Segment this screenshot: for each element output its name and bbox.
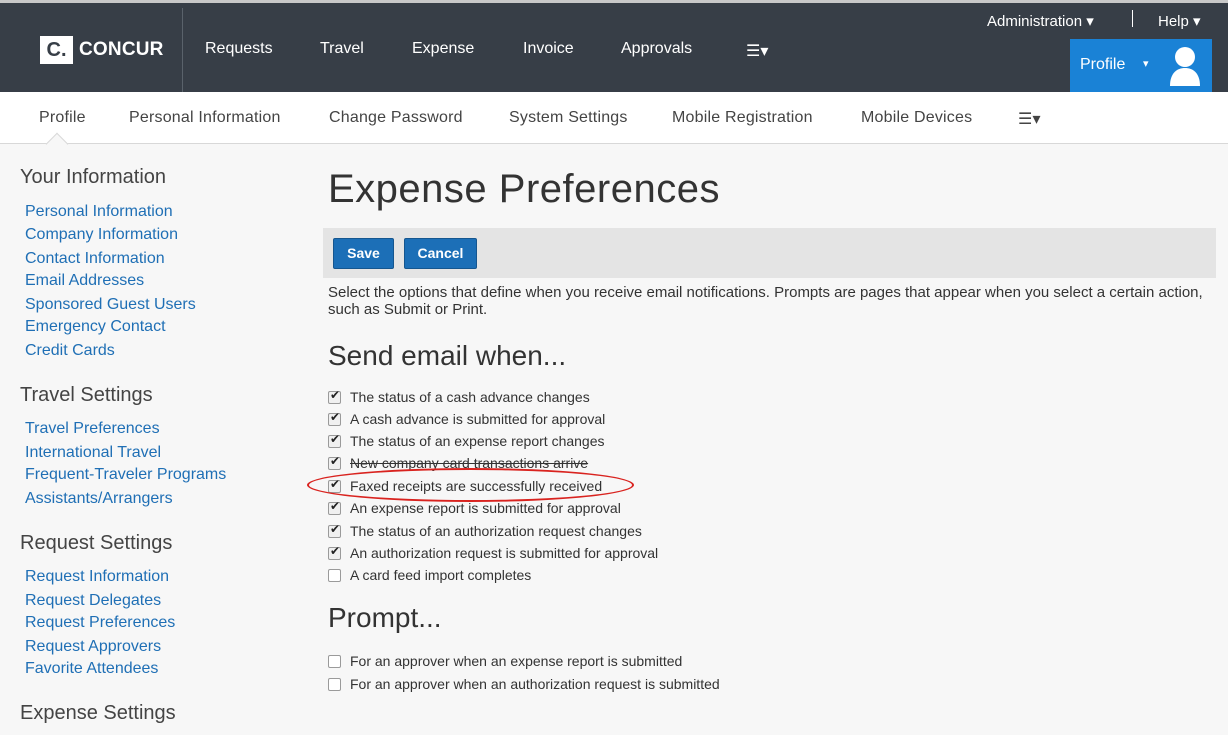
sidebar-heading-your-information: Your Information: [20, 166, 167, 188]
send-email-option[interactable]: A cash advance is submitted for approval: [328, 410, 606, 427]
checkbox[interactable]: [328, 677, 341, 691]
nav-travel[interactable]: Travel: [320, 40, 364, 58]
subnav-profile[interactable]: Profile: [39, 109, 86, 127]
action-toolbar: Save Cancel: [323, 228, 1216, 278]
save-button[interactable]: Save: [333, 238, 394, 269]
user-avatar-icon: [1170, 47, 1200, 86]
option-label: For an approver when an expense report i…: [350, 653, 683, 669]
checkbox[interactable]: [328, 499, 341, 515]
option-label: A cash advance is submitted for approval: [350, 411, 606, 427]
send-email-option[interactable]: Faxed receipts are successfully received: [328, 477, 603, 494]
send-email-heading: Send email when...: [328, 340, 567, 371]
header-separator: [1132, 10, 1133, 27]
sidebar-link-sponsored-guest-users[interactable]: Sponsored Guest Users: [25, 296, 196, 314]
logo-text: CONCUR: [79, 39, 164, 60]
send-email-option[interactable]: A card feed import completes: [328, 567, 531, 583]
subnav-mobile-registration[interactable]: Mobile Registration: [672, 109, 813, 127]
sidebar-link-request-delegates[interactable]: Request Delegates: [25, 592, 161, 610]
checkbox[interactable]: [328, 654, 341, 668]
send-email-option[interactable]: The status of a cash advance changes: [328, 388, 590, 405]
option-label: The status of a cash advance changes: [350, 389, 590, 405]
send-email-option[interactable]: An authorization request is submitted fo…: [328, 544, 659, 561]
sidebar-link-emergency-contact[interactable]: Emergency Contact: [25, 318, 166, 336]
checkbox[interactable]: [328, 544, 341, 560]
profile-label: Profile: [1080, 56, 1126, 73]
nav-more-menu-icon[interactable]: ☰▾: [746, 41, 768, 61]
subnav-system-settings[interactable]: System Settings: [509, 109, 628, 127]
sidebar-link-favorite-attendees[interactable]: Favorite Attendees: [25, 660, 158, 678]
sidebar-heading-expense-settings: Expense Settings: [20, 702, 176, 724]
nav-invoice[interactable]: Invoice: [523, 40, 574, 58]
sidebar-link-assistants-arrangers[interactable]: Assistants/Arrangers: [25, 490, 173, 508]
prompt-heading: Prompt...: [328, 602, 442, 633]
profile-sub-navigation: Profile Personal Information Change Pass…: [0, 92, 1228, 144]
sidebar-link-frequent-traveler-programs[interactable]: Frequent-Traveler Programs: [25, 466, 226, 484]
top-navigation-bar: C. CONCUR Requests Travel Expense Invoic…: [0, 0, 1228, 94]
sidebar-link-international-travel[interactable]: International Travel: [25, 444, 161, 462]
administration-menu[interactable]: Administration ▾: [987, 12, 1094, 30]
send-email-option[interactable]: An expense report is submitted for appro…: [328, 499, 621, 516]
sidebar-link-request-approvers[interactable]: Request Approvers: [25, 638, 161, 656]
subnav-more-menu-icon[interactable]: ☰▾: [1018, 109, 1041, 129]
prompt-option[interactable]: For an approver when an expense report i…: [328, 653, 682, 669]
cancel-button[interactable]: Cancel: [404, 238, 477, 269]
option-label: An expense report is submitted for appro…: [350, 500, 621, 516]
concur-logo[interactable]: C. CONCUR: [40, 36, 164, 64]
send-email-option[interactable]: New company card transactions arrive: [328, 454, 589, 471]
checkbox[interactable]: [328, 568, 341, 582]
subnav-change-password[interactable]: Change Password: [329, 109, 463, 127]
checkbox[interactable]: [328, 388, 341, 404]
subnav-personal-information[interactable]: Personal Information: [129, 109, 281, 127]
logo-divider: [182, 8, 183, 92]
sidebar-heading-request-settings: Request Settings: [20, 532, 173, 554]
option-label: A card feed import completes: [350, 567, 532, 583]
help-menu[interactable]: Help ▾: [1158, 12, 1201, 30]
option-label: The status of an expense report changes: [350, 433, 605, 449]
caret-down-icon: ▾: [1143, 58, 1149, 70]
sidebar-heading-travel-settings: Travel Settings: [20, 384, 153, 406]
option-label: The status of an authorization request c…: [350, 523, 642, 539]
nav-approvals[interactable]: Approvals: [621, 40, 692, 58]
nav-expense[interactable]: Expense: [412, 40, 474, 58]
intro-text: Select the options that define when you …: [328, 284, 1203, 318]
option-label: Faxed receipts are successfully received: [350, 478, 603, 494]
checkbox[interactable]: [328, 432, 341, 448]
checkbox[interactable]: [328, 454, 341, 470]
option-label: New company card transactions arrive: [350, 455, 589, 471]
profile-menu-button[interactable]: Profile ▾: [1070, 39, 1212, 94]
sidebar-link-contact-information[interactable]: Contact Information: [25, 250, 165, 268]
subnav-mobile-devices[interactable]: Mobile Devices: [861, 109, 972, 127]
send-email-option[interactable]: The status of an authorization request c…: [328, 522, 642, 539]
sidebar-link-company-information[interactable]: Company Information: [25, 226, 178, 244]
logo-mark: C.: [40, 36, 73, 64]
page-title: Expense Preferences: [328, 167, 720, 211]
option-label: For an approver when an authorization re…: [350, 676, 720, 692]
checkbox[interactable]: [328, 410, 341, 426]
sidebar-link-personal-information[interactable]: Personal Information: [25, 203, 173, 221]
prompt-option[interactable]: For an approver when an authorization re…: [328, 676, 720, 692]
nav-requests[interactable]: Requests: [205, 40, 273, 58]
sidebar-link-request-preferences[interactable]: Request Preferences: [25, 614, 175, 632]
sidebar-link-request-information[interactable]: Request Information: [25, 568, 169, 586]
sidebar-link-email-addresses[interactable]: Email Addresses: [25, 272, 144, 290]
checkbox[interactable]: [328, 477, 341, 493]
send-email-option[interactable]: The status of an expense report changes: [328, 432, 605, 449]
sidebar-link-credit-cards[interactable]: Credit Cards: [25, 342, 115, 360]
option-label: An authorization request is submitted fo…: [350, 545, 659, 561]
checkbox[interactable]: [328, 522, 341, 538]
sidebar-link-travel-preferences[interactable]: Travel Preferences: [25, 420, 160, 438]
